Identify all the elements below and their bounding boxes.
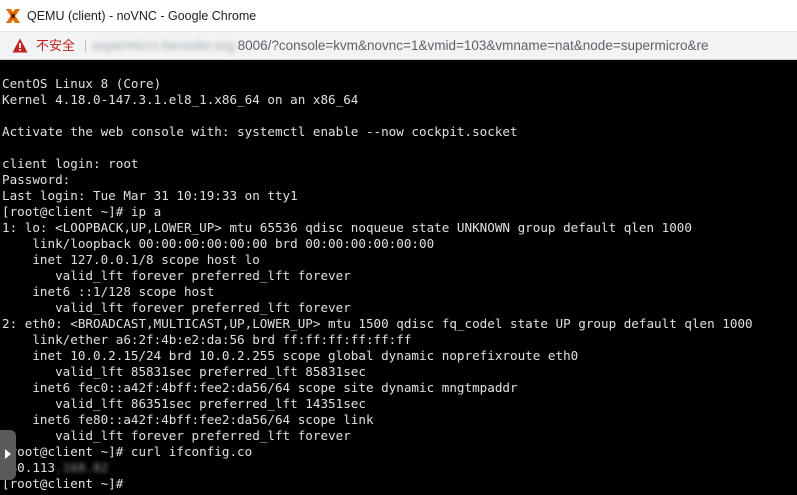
terminal-line: valid_lft 85831sec preferred_lft 85831se…: [2, 364, 366, 379]
url-divider: [85, 40, 86, 52]
terminal-line-ip-output: 140.113.168.82: [2, 460, 753, 476]
terminal-output: CentOS Linux 8 (Core) Kernel 4.18.0-147.…: [2, 76, 753, 492]
terminal-line: Last login: Tue Mar 31 10:19:33 on tty1: [2, 188, 298, 203]
terminal-line: Kernel 4.18.0-147.3.1.el8_1.x86_64 on an…: [2, 92, 359, 107]
terminal-line: inet 127.0.0.1/8 scope host lo: [2, 252, 260, 267]
title-bar[interactable]: QEMU (client) - noVNC - Google Chrome: [0, 0, 797, 32]
terminal-line: [root@client ~]# curl ifconfig.co: [2, 444, 253, 459]
vnc-console-screen[interactable]: CentOS Linux 8 (Core) Kernel 4.18.0-147.…: [0, 60, 797, 495]
terminal-line: valid_lft forever preferred_lft forever: [2, 268, 351, 283]
terminal-line: CentOS Linux 8 (Core): [2, 76, 162, 91]
terminal-line: 2: eth0: <BROADCAST,MULTICAST,UP,LOWER_U…: [2, 316, 753, 331]
terminal-line: inet6 fe80::a42f:4bff:fee2:da56/64 scope…: [2, 412, 374, 427]
window-title: QEMU (client) - noVNC - Google Chrome: [27, 9, 257, 23]
novnc-control-bar-handle[interactable]: [0, 430, 16, 480]
warning-triangle-icon[interactable]: [12, 38, 28, 53]
terminal-line: inet6 fec0::a42f:4bff:fee2:da56/64 scope…: [2, 380, 518, 395]
terminal-line: valid_lft forever preferred_lft forever: [2, 428, 351, 443]
security-status-label[interactable]: 不安全: [36, 38, 75, 54]
terminal-line: valid_lft forever preferred_lft forever: [2, 300, 351, 315]
terminal-line: link/ether a6:2f:4b:e2:da:56 brd ff:ff:f…: [2, 332, 412, 347]
terminal-line: Activate the web console with: systemctl…: [2, 124, 518, 139]
chrome-window: QEMU (client) - noVNC - Google Chrome 不安…: [0, 0, 797, 495]
terminal-line: valid_lft 86351sec preferred_lft 14351se…: [2, 396, 366, 411]
terminal-line: inet6 ::1/128 scope host: [2, 284, 215, 299]
terminal-line: client login: root: [2, 156, 139, 171]
url-input[interactable]: supermicro.becoder.org:8006/?console=kvm…: [92, 38, 708, 54]
shell-prompt: [root@client ~]#: [2, 476, 131, 491]
proxmox-x-icon: [6, 9, 20, 23]
address-bar[interactable]: 不安全 supermicro.becoder.org:8006/?console…: [0, 32, 797, 60]
chevron-right-icon: [5, 449, 11, 459]
terminal-line-prompt: [root@client ~]#: [2, 476, 753, 492]
terminal-line: Password:: [2, 172, 71, 187]
ip-output-redacted: .168.82: [55, 460, 109, 475]
url-host: supermicro.becoder.org:: [92, 38, 238, 53]
terminal-line: inet 10.0.2.15/24 brd 10.0.2.255 scope g…: [2, 348, 579, 363]
terminal-line: 1: lo: <LOOPBACK,UP,LOWER_UP> mtu 65536 …: [2, 220, 692, 235]
terminal-line: link/loopback 00:00:00:00:00:00 brd 00:0…: [2, 236, 435, 251]
url-path: 8006/?console=kvm&novnc=1&vmid=103&vmnam…: [237, 38, 709, 53]
terminal-line: [root@client ~]# ip a: [2, 204, 162, 219]
text-cursor: [131, 476, 139, 490]
